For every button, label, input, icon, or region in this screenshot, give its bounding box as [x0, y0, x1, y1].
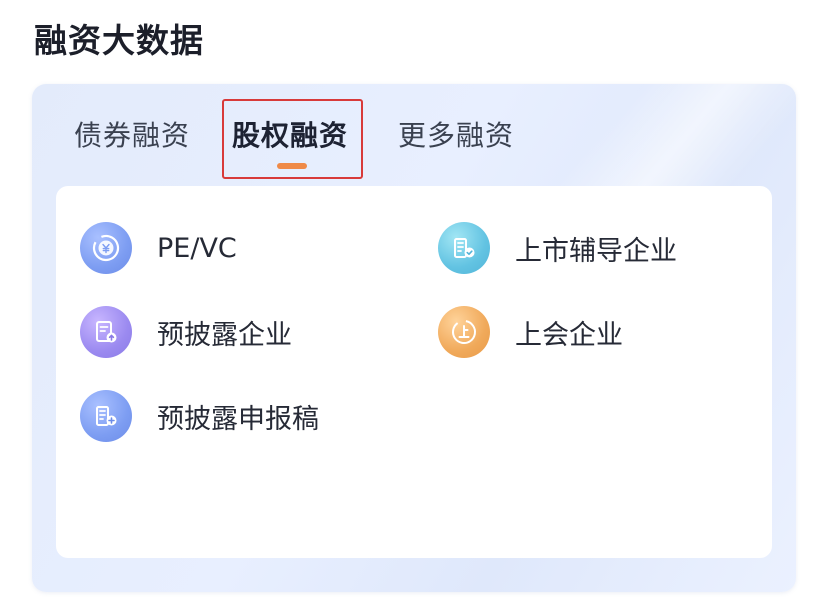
document-upload-icon [80, 306, 132, 358]
menu-item-label: 上会企业 [515, 319, 623, 351]
tab-more-financing[interactable]: 更多融资 [398, 114, 514, 154]
tab-bond-financing[interactable]: 债券融资 [74, 114, 190, 154]
menu-item-pre-disclosure-draft[interactable]: 预披露申报稿 [80, 389, 319, 443]
tab-highlight-box [222, 99, 363, 179]
content-panel: PE/VC 上市辅导企业 预披露企业 上会企业 预披露申报稿 [56, 186, 772, 558]
section-title: 融资大数据 [34, 21, 204, 60]
card-decoration [536, 84, 796, 194]
menu-item-label: PE/VC [157, 232, 237, 264]
menu-item-pevc[interactable]: PE/VC [80, 221, 237, 275]
coin-icon [80, 222, 132, 274]
financing-card: 债券融资 股权融资 更多融资 PE/VC 上市辅导企业 预披露企业 上会企业 预… [32, 84, 796, 592]
menu-item-label: 预披露企业 [157, 319, 292, 351]
building-plus-icon [80, 390, 132, 442]
menu-item-listing-guidance[interactable]: 上市辅导企业 [438, 221, 677, 275]
menu-item-label: 预披露申报稿 [157, 403, 319, 435]
menu-item-listing-meeting[interactable]: 上会企业 [438, 305, 623, 359]
listing-badge-icon [438, 306, 490, 358]
building-check-icon [438, 222, 490, 274]
menu-item-label: 上市辅导企业 [515, 235, 677, 267]
menu-item-pre-disclosure[interactable]: 预披露企业 [80, 305, 292, 359]
